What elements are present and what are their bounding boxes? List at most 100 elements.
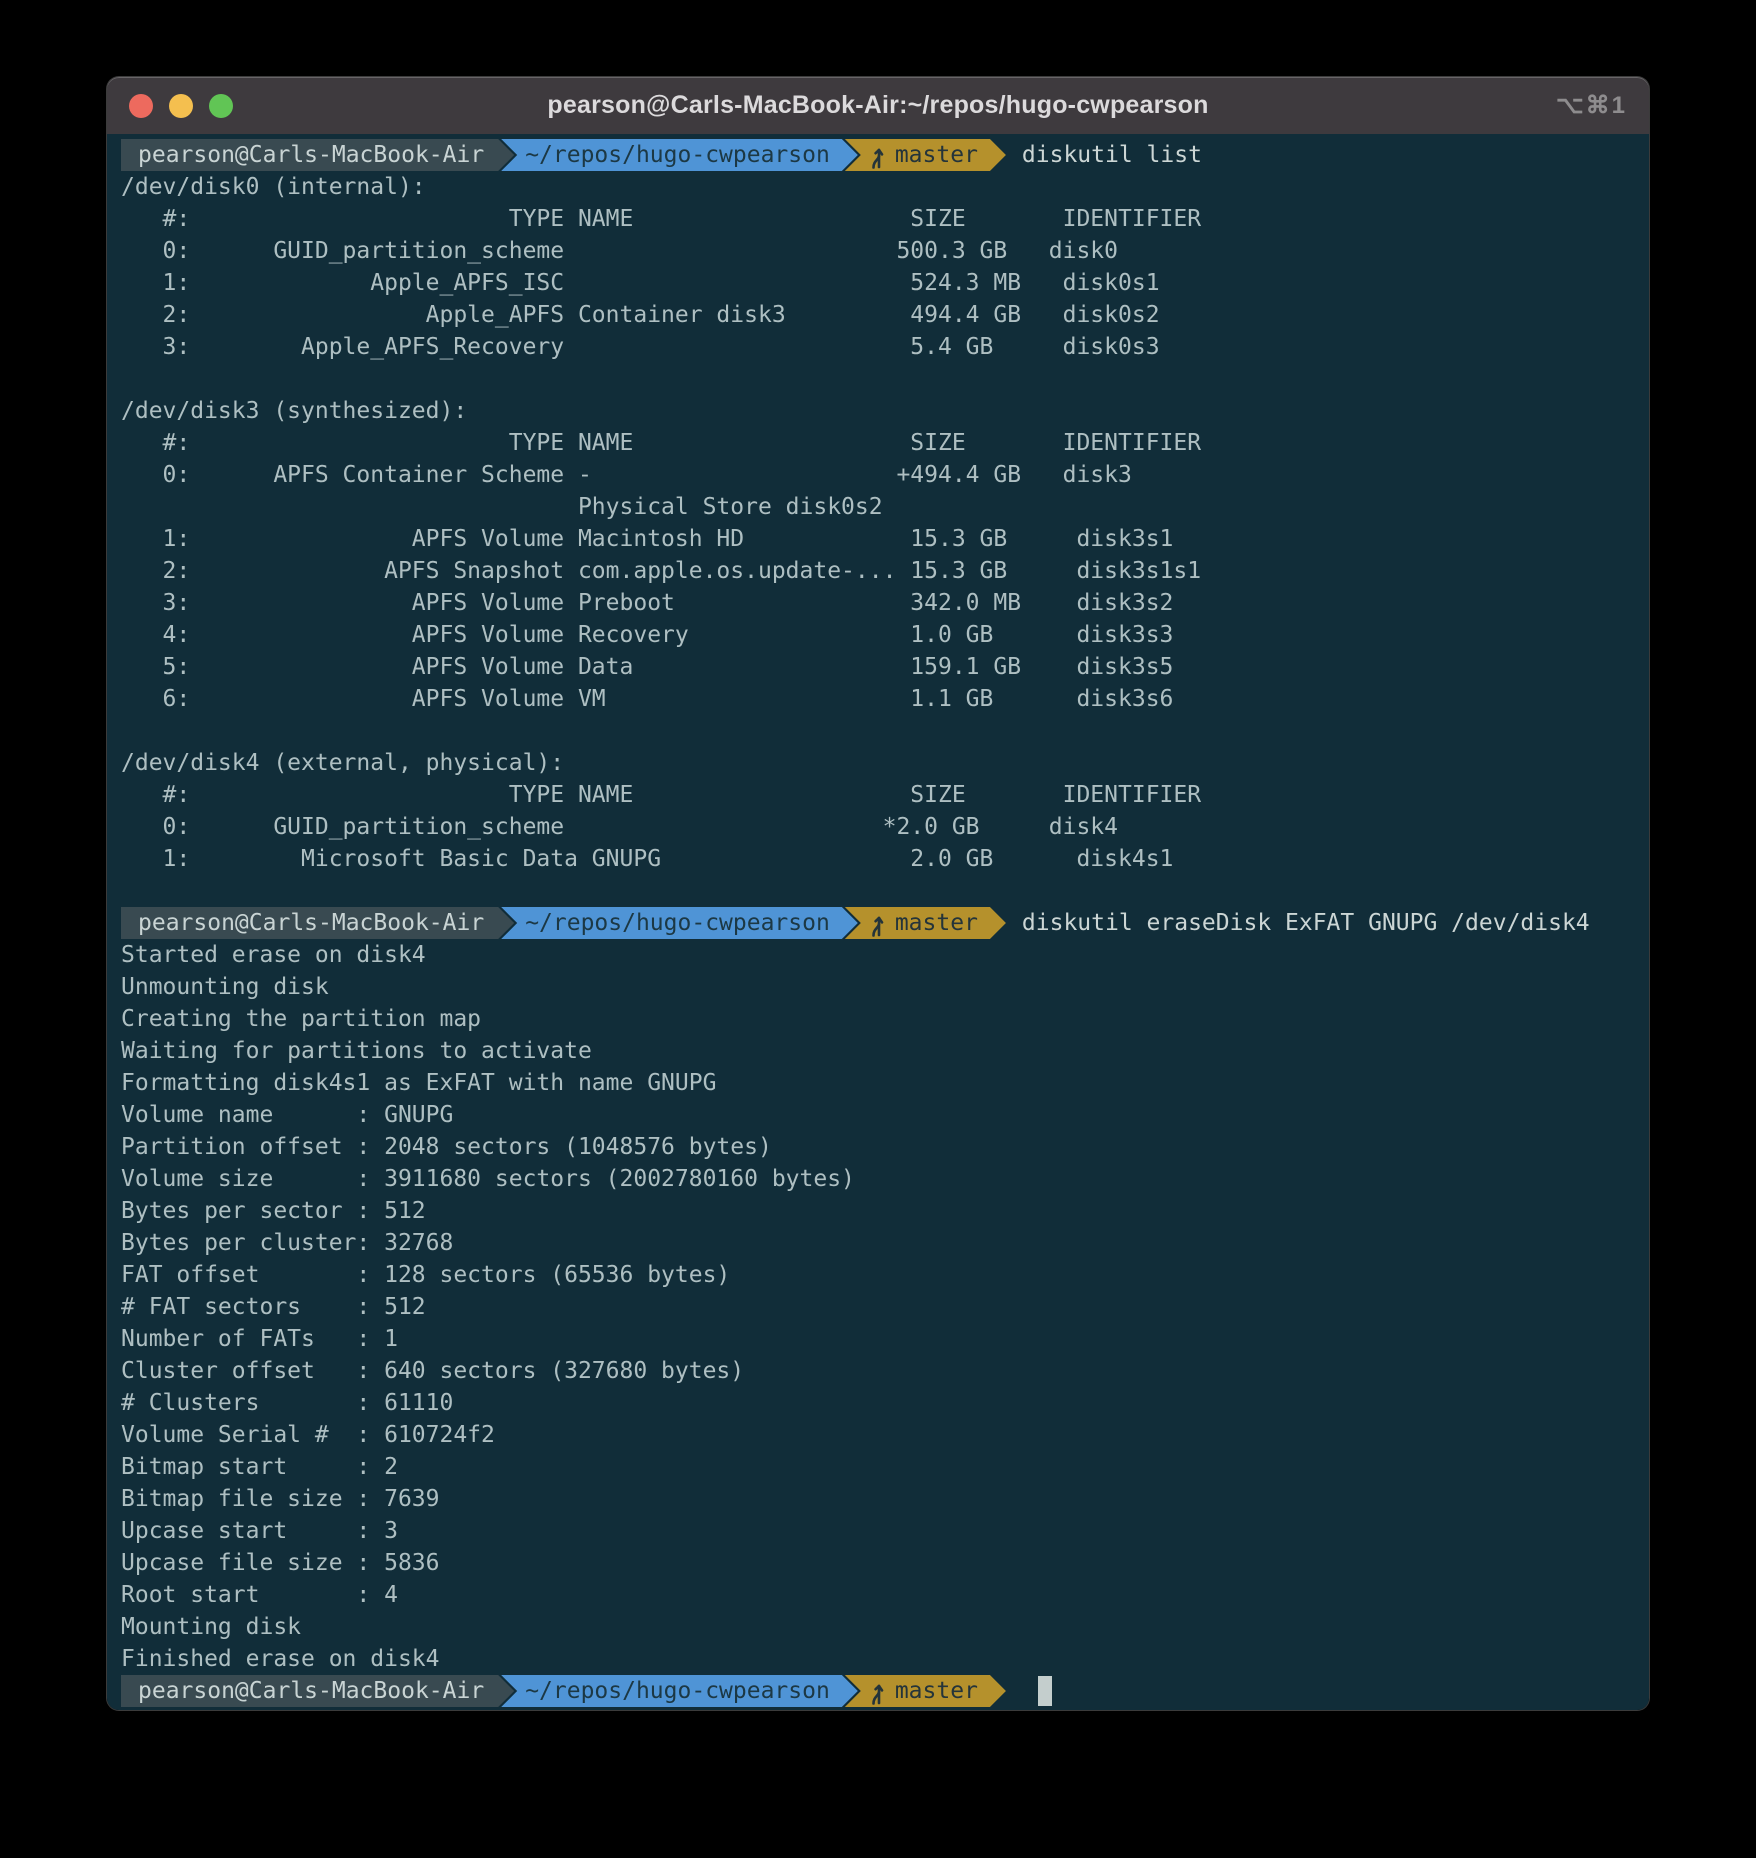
terminal-row: Formatting disk4s1 as ExFAT with name GN… — [121, 1067, 1649, 1099]
git-branch-icon — [867, 910, 886, 937]
minimize-button[interactable] — [169, 94, 193, 118]
output-line: Volume name : GNUPG — [121, 1099, 453, 1131]
terminal-row: Bytes per cluster: 32768 — [121, 1227, 1649, 1259]
zoom-button[interactable] — [209, 94, 233, 118]
terminal-row: Physical Store disk0s2 — [121, 491, 1649, 523]
output-line: 3: APFS Volume Preboot 342.0 MB disk3s2 — [121, 587, 1173, 619]
terminal-row: 6: APFS Volume VM 1.1 GB disk3s6 — [121, 683, 1649, 715]
output-line: Bytes per sector : 512 — [121, 1195, 426, 1227]
prompt-user-host-segment: pearson@Carls-MacBook-Air — [121, 907, 514, 939]
terminal-row: /dev/disk3 (synthesized): — [121, 395, 1649, 427]
prompt-directory: ~/repos/hugo-cwpearson — [525, 1678, 830, 1704]
output-line: Upcase file size : 5836 — [121, 1547, 440, 1579]
output-line: 5: APFS Volume Data 159.1 GB disk3s5 — [121, 651, 1173, 683]
output-line: 0: GUID_partition_scheme *2.0 GB disk4 — [121, 811, 1118, 843]
output-line: Bytes per cluster: 32768 — [121, 1227, 453, 1259]
terminal-row: /dev/disk4 (external, physical): — [121, 747, 1649, 779]
terminal-row: #: TYPE NAME SIZE IDENTIFIER — [121, 203, 1649, 235]
prompt-row: pearson@Carls-MacBook-Air ~/repos/hugo-c… — [121, 1675, 1649, 1707]
prompt-row: pearson@Carls-MacBook-Air ~/repos/hugo-c… — [121, 139, 1649, 171]
output-line: 0: APFS Container Scheme - +494.4 GB dis… — [121, 459, 1132, 491]
output-line: Physical Store disk0s2 — [121, 491, 883, 523]
output-line: Mounting disk — [121, 1611, 301, 1643]
output-line: Finished erase on disk4 — [121, 1643, 440, 1675]
terminal-row: Mounting disk — [121, 1611, 1649, 1643]
terminal-row — [121, 875, 1649, 907]
output-line: Partition offset : 2048 sectors (1048576… — [121, 1131, 772, 1163]
output-line: 1: Microsoft Basic Data GNUPG 2.0 GB dis… — [121, 843, 1173, 875]
output-line: Formatting disk4s1 as ExFAT with name GN… — [121, 1067, 716, 1099]
command-text: diskutil eraseDisk ExFAT GNUPG /dev/disk… — [1022, 910, 1590, 936]
terminal-row: 3: Apple_APFS_Recovery 5.4 GB disk0s3 — [121, 331, 1649, 363]
terminal-row: Volume size : 3911680 sectors (200278016… — [121, 1163, 1649, 1195]
prompt-user-host: pearson@Carls-MacBook-Air — [138, 1678, 484, 1704]
terminal-row: 2: APFS Snapshot com.apple.os.update-...… — [121, 555, 1649, 587]
terminal-row: # Clusters : 61110 — [121, 1387, 1649, 1419]
output-line: # FAT sectors : 512 — [121, 1291, 426, 1323]
terminal-row: Bitmap start : 2 — [121, 1451, 1649, 1483]
terminal-row: Finished erase on disk4 — [121, 1643, 1649, 1675]
prompt-user-host: pearson@Carls-MacBook-Air — [138, 910, 484, 936]
close-button[interactable] — [129, 94, 153, 118]
terminal-row: 2: Apple_APFS Container disk3 494.4 GB d… — [121, 299, 1649, 331]
terminal-row: Number of FATs : 1 — [121, 1323, 1649, 1355]
prompt-directory-segment: ~/repos/hugo-cwpearson — [501, 907, 858, 939]
prompt-directory-segment: ~/repos/hugo-cwpearson — [501, 1675, 858, 1707]
output-line: #: TYPE NAME SIZE IDENTIFIER — [121, 203, 1201, 235]
prompt-git-branch: master — [895, 1678, 978, 1704]
terminal-body[interactable]: pearson@Carls-MacBook-Air ~/repos/hugo-c… — [107, 134, 1649, 1710]
prompt-user-host: pearson@Carls-MacBook-Air — [138, 142, 484, 168]
terminal-row: 0: GUID_partition_scheme *2.0 GB disk4 — [121, 811, 1649, 843]
prompt-directory: ~/repos/hugo-cwpearson — [525, 142, 830, 168]
output-line: FAT offset : 128 sectors (65536 bytes) — [121, 1259, 730, 1291]
output-line: Waiting for partitions to activate — [121, 1035, 592, 1067]
prompt-directory: ~/repos/hugo-cwpearson — [525, 910, 830, 936]
terminal-row: Creating the partition map — [121, 1003, 1649, 1035]
prompt-git-segment: master — [845, 1675, 1006, 1707]
terminal-row: #: TYPE NAME SIZE IDENTIFIER — [121, 779, 1649, 811]
output-line: 2: Apple_APFS Container disk3 494.4 GB d… — [121, 299, 1160, 331]
terminal-row: 0: APFS Container Scheme - +494.4 GB dis… — [121, 459, 1649, 491]
terminal-row — [121, 363, 1649, 395]
window-titlebar[interactable]: pearson@Carls-MacBook-Air:~/repos/hugo-c… — [107, 77, 1649, 134]
terminal-row: Started erase on disk4 — [121, 939, 1649, 971]
terminal-row: # FAT sectors : 512 — [121, 1291, 1649, 1323]
traffic-lights — [129, 77, 233, 134]
prompt-user-host-segment: pearson@Carls-MacBook-Air — [121, 139, 514, 171]
output-line: /dev/disk0 (internal): — [121, 171, 426, 203]
output-line: 1: APFS Volume Macintosh HD 15.3 GB disk… — [121, 523, 1173, 555]
terminal-row: Partition offset : 2048 sectors (1048576… — [121, 1131, 1649, 1163]
output-line: 6: APFS Volume VM 1.1 GB disk3s6 — [121, 683, 1173, 715]
terminal-row: /dev/disk0 (internal): — [121, 171, 1649, 203]
prompt-row: pearson@Carls-MacBook-Air ~/repos/hugo-c… — [121, 907, 1649, 939]
output-line: Creating the partition map — [121, 1003, 481, 1035]
output-line: 0: GUID_partition_scheme 500.3 GB disk0 — [121, 235, 1118, 267]
terminal-cursor — [1038, 1676, 1052, 1706]
terminal-row: Cluster offset : 640 sectors (327680 byt… — [121, 1355, 1649, 1387]
output-line: 1: Apple_APFS_ISC 524.3 MB disk0s1 — [121, 267, 1160, 299]
terminal-row: Bytes per sector : 512 — [121, 1195, 1649, 1227]
prompt-directory-segment: ~/repos/hugo-cwpearson — [501, 139, 858, 171]
prompt-git-segment: master — [845, 139, 1006, 171]
terminal-row: 1: Apple_APFS_ISC 524.3 MB disk0s1 — [121, 267, 1649, 299]
output-line: Root start : 4 — [121, 1579, 398, 1611]
terminal-row: Bitmap file size : 7639 — [121, 1483, 1649, 1515]
terminal-row: Root start : 4 — [121, 1579, 1649, 1611]
terminal-row: FAT offset : 128 sectors (65536 bytes) — [121, 1259, 1649, 1291]
keyboard-shortcut-badge: ⌥⌘1 — [1556, 77, 1627, 134]
output-line: Unmounting disk — [121, 971, 329, 1003]
terminal-row — [121, 715, 1649, 747]
output-line: Volume size : 3911680 sectors (200278016… — [121, 1163, 855, 1195]
output-line: #: TYPE NAME SIZE IDENTIFIER — [121, 779, 1201, 811]
terminal-row: Volume Serial # : 610724f2 — [121, 1419, 1649, 1451]
window-title: pearson@Carls-MacBook-Air:~/repos/hugo-c… — [547, 91, 1208, 120]
terminal-row: 5: APFS Volume Data 159.1 GB disk3s5 — [121, 651, 1649, 683]
terminal-row: Volume name : GNUPG — [121, 1099, 1649, 1131]
terminal-window: pearson@Carls-MacBook-Air:~/repos/hugo-c… — [107, 77, 1649, 1710]
command-text: diskutil list — [1022, 142, 1202, 168]
terminal-row: Upcase file size : 5836 — [121, 1547, 1649, 1579]
output-line: 3: Apple_APFS_Recovery 5.4 GB disk0s3 — [121, 331, 1160, 363]
output-line: Started erase on disk4 — [121, 939, 426, 971]
terminal-row: Upcase start : 3 — [121, 1515, 1649, 1547]
prompt-git-branch: master — [895, 142, 978, 168]
